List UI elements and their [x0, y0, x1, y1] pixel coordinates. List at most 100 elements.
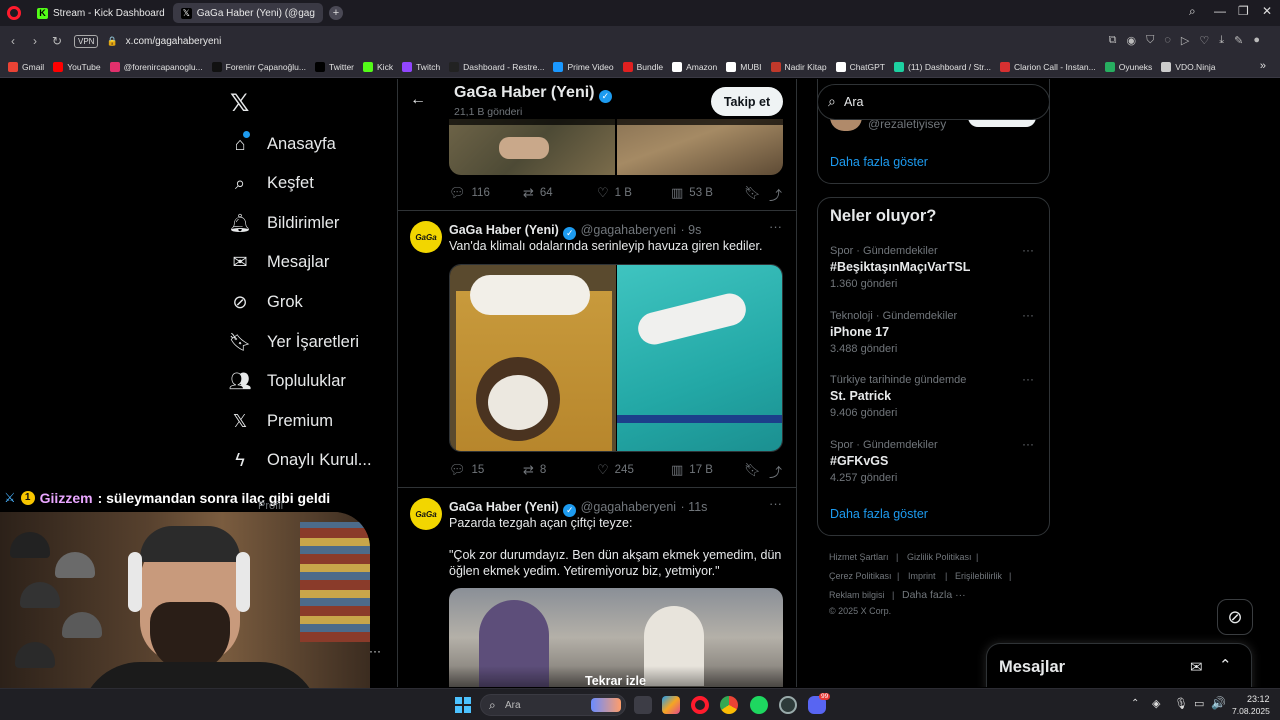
bookmark-item[interactable]: Bundle: [622, 61, 663, 72]
more-options-icon[interactable]: ···: [769, 219, 782, 234]
repost-action[interactable]: ⇄ 8: [523, 462, 546, 478]
play-icon[interactable]: ▷: [1181, 34, 1189, 47]
sidebar-item-bookmark[interactable]: 🔖︎ Yer İşaretleri: [229, 331, 359, 353]
cookies-link[interactable]: Çerez Politikası: [829, 571, 892, 581]
sidebar-item-lightning[interactable]: ϟ Onaylı Kurul...: [229, 450, 371, 472]
share-icon[interactable]: ⤴: [769, 185, 782, 204]
more-options-icon[interactable]: ···: [1022, 372, 1034, 386]
more-link[interactable]: Daha fazla ···: [902, 589, 966, 601]
search-bar[interactable]: ⌕ Ara: [817, 84, 1050, 120]
tweet-handle[interactable]: @gagahaberyeni: [581, 223, 676, 237]
sidebar-item-x[interactable]: 𝕏 Premium: [229, 410, 333, 432]
tweet-handle[interactable]: @gagahaberyeni: [581, 500, 676, 514]
bookmark-item[interactable]: Dashboard - Restre...: [449, 61, 544, 72]
bookmark-item[interactable]: Kick: [363, 61, 393, 72]
bookmark-item[interactable]: Clarion Call - Instan...: [1000, 61, 1096, 72]
bookmark-item[interactable]: @forenircapanoglu...: [109, 61, 203, 72]
messages-drawer[interactable]: Mesajlar ✉ ⌃: [986, 643, 1252, 687]
network-icon[interactable]: ▭: [1194, 697, 1204, 710]
easy-setup-icon[interactable]: ◌: [1164, 34, 1171, 47]
privacy-link[interactable]: Gizlilik Politikası: [907, 552, 972, 562]
avatar[interactable]: GaGa: [410, 498, 442, 530]
tweet-media[interactable]: [449, 119, 783, 175]
tweet-time[interactable]: · 11s: [681, 500, 708, 514]
trend-name[interactable]: #BeşiktaşınMaçıVarTSL: [830, 260, 970, 274]
url-input[interactable]: x.com/gagahaberyeni: [126, 36, 222, 47]
bookmark-item[interactable]: Amazon: [672, 61, 717, 72]
taskbar-search-input[interactable]: Ara: [505, 700, 521, 711]
more-options-icon[interactable]: ···: [1022, 437, 1034, 451]
sidebar-item-home[interactable]: ⌂ Anasayfa: [229, 131, 336, 155]
bookmark-icon[interactable]: 🔖︎: [744, 462, 761, 478]
repost-action[interactable]: ⇄ 64: [523, 185, 553, 201]
bookmark-item[interactable]: VDO.Ninja: [1161, 61, 1215, 72]
back-arrow-icon[interactable]: ←: [410, 91, 426, 109]
bookmark-item[interactable]: YouTube: [53, 61, 101, 72]
grok-floating-button[interactable]: ⊘: [1217, 599, 1253, 635]
more-options-icon[interactable]: ···: [1022, 243, 1034, 257]
tray-chevron-icon[interactable]: ⌃: [1131, 698, 1139, 709]
views-action[interactable]: ▥ 53 B: [671, 185, 713, 201]
task-view-icon[interactable]: [634, 696, 652, 714]
sidebar-item-bell[interactable]: 🔔︎ Bildirimler: [229, 212, 340, 234]
expand-drawer-icon[interactable]: ⌃: [1219, 656, 1232, 674]
camera-icon[interactable]: ◉: [1127, 34, 1137, 47]
taskbar-search[interactable]: ⌕ Ara: [480, 694, 626, 716]
copilot-icon[interactable]: [662, 696, 680, 714]
bookmark-item[interactable]: Prime Video: [553, 61, 614, 72]
obs-icon[interactable]: [779, 696, 797, 714]
bookmark-item[interactable]: Twitch: [402, 61, 440, 72]
bookmark-icon[interactable]: 🔖︎: [744, 185, 761, 201]
sidebar-item-search[interactable]: ⌕ Keşfet: [229, 173, 314, 195]
microphone-icon[interactable]: 🎙: [1174, 697, 1188, 710]
bookmark-item[interactable]: Twitter: [314, 61, 354, 72]
tab-search-icon[interactable]: ⌕: [1189, 4, 1196, 19]
spotify-icon[interactable]: [750, 696, 768, 714]
forward-icon[interactable]: ›: [24, 34, 46, 48]
show-more-link[interactable]: Daha fazla göster: [830, 507, 928, 521]
opera-logo-icon[interactable]: [7, 6, 21, 20]
trend-name[interactable]: iPhone 17: [830, 325, 889, 339]
accessibility-link[interactable]: Erişilebilirlik: [955, 571, 1002, 581]
like-action[interactable]: ♡ 1 B: [597, 185, 632, 201]
tweet-media[interactable]: [449, 264, 783, 452]
bookmarks-overflow-icon[interactable]: »: [1260, 60, 1266, 72]
bookmark-item[interactable]: Forenirr Çapanoğlu...: [211, 61, 306, 72]
follow-button[interactable]: Takip et: [711, 87, 783, 116]
windows-start-icon[interactable]: [455, 697, 471, 713]
reply-action[interactable]: 💬︎ 15: [449, 462, 484, 478]
clock-time[interactable]: 23:12: [1247, 694, 1270, 704]
tab-kick-dashboard[interactable]: K Stream - Kick Dashboard: [29, 3, 173, 23]
more-options-icon[interactable]: ···: [769, 496, 782, 511]
share-icon[interactable]: ⧉: [1109, 34, 1117, 47]
tray-app-icon[interactable]: ◈: [1152, 697, 1160, 710]
more-icon[interactable]: ···: [369, 644, 381, 658]
back-icon[interactable]: ‹: [2, 34, 24, 48]
search-input[interactable]: Ara: [844, 95, 863, 109]
profile-icon[interactable]: ●: [1253, 34, 1260, 47]
maximize-button[interactable]: ❐: [1238, 4, 1249, 18]
tweet-time[interactable]: · 9s: [681, 223, 702, 237]
imprint-link[interactable]: Imprint: [908, 571, 936, 581]
x-logo-icon[interactable]: 𝕏: [230, 89, 249, 118]
bookmark-item[interactable]: ChatGPT: [835, 61, 885, 72]
share-icon[interactable]: ⤴: [769, 462, 782, 481]
bookmark-item[interactable]: Nadir Kitap: [770, 61, 827, 72]
avatar[interactable]: GaGa: [410, 221, 442, 253]
volume-icon[interactable]: 🔊: [1211, 696, 1226, 710]
tweet-video[interactable]: Tekrar izle: [449, 588, 783, 687]
new-tab-button[interactable]: +: [328, 6, 343, 20]
tab-gaga-haber[interactable]: 𝕏 GaGa Haber (Yeni) (@gag: [172, 3, 323, 23]
show-more-link[interactable]: Daha fazla göster: [830, 155, 928, 169]
reload-icon[interactable]: ↻: [46, 34, 68, 48]
tweet-author[interactable]: GaGa Haber (Yeni): [449, 500, 559, 514]
sidebar-item-mail[interactable]: ✉ Mesajlar: [229, 252, 329, 274]
clock-date[interactable]: 7.08.2025: [1232, 706, 1270, 716]
sidebar-item-grok[interactable]: ⊘ Grok: [229, 291, 302, 313]
chrome-icon[interactable]: [720, 696, 738, 714]
sidebar-item-people[interactable]: 👥︎ Topluluklar: [229, 371, 346, 393]
new-message-icon[interactable]: ✉: [1190, 658, 1203, 676]
views-action[interactable]: ▥ 17 B: [671, 462, 713, 478]
opera-taskbar-icon[interactable]: [691, 696, 709, 714]
snapshot-icon[interactable]: ✎: [1234, 34, 1243, 47]
